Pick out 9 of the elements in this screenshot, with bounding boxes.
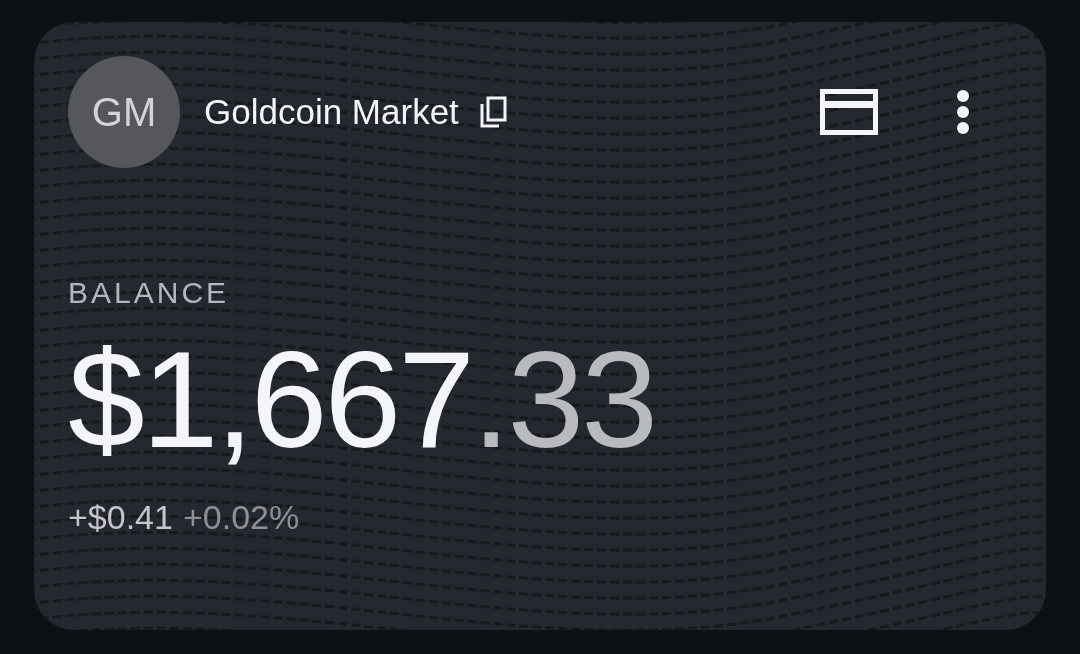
balance-label: BALANCE <box>68 276 230 310</box>
change-percent: +0.02% <box>182 498 300 537</box>
change-amount: +$0.41 <box>68 498 173 537</box>
balance-amount: $1,667.33 <box>68 330 655 468</box>
avatar: GM <box>68 56 180 168</box>
account-title: Goldcoin Market <box>204 92 459 132</box>
copy-icon[interactable] <box>478 96 507 128</box>
credit-card-icon[interactable] <box>820 89 878 135</box>
more-options-icon[interactable] <box>956 90 970 134</box>
